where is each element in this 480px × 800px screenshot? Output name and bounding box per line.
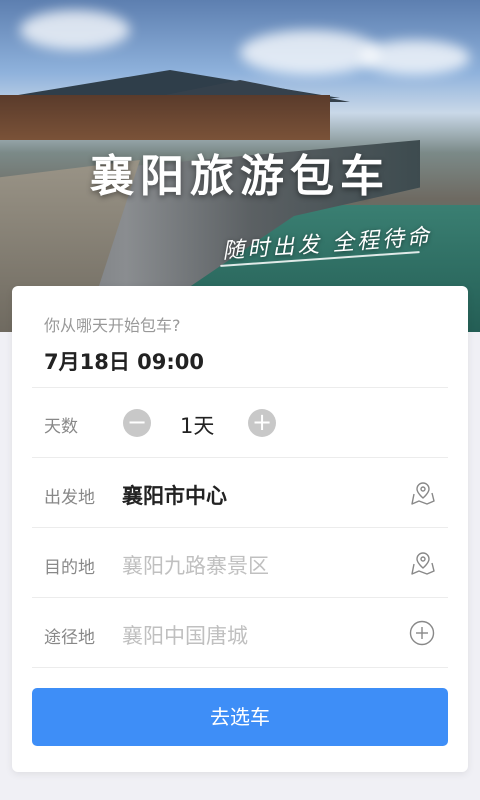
destination-label: 目的地 xyxy=(44,558,95,578)
booking-card: 你从哪天开始包车? 7月18日 09:00 天数 − 1天 + 出发地 襄阳市中… xyxy=(12,286,468,772)
departure-label: 出发地 xyxy=(44,488,95,508)
destination-field[interactable]: 襄阳九路寨景区 xyxy=(122,550,269,580)
pavilion xyxy=(0,95,330,140)
choose-car-button[interactable]: 去选车 xyxy=(32,688,448,746)
divider xyxy=(32,527,448,528)
map-location-icon[interactable] xyxy=(410,550,436,576)
departure-field[interactable]: 襄阳市中心 xyxy=(122,480,227,510)
increase-days-button[interactable]: + xyxy=(248,409,276,437)
cloud xyxy=(240,30,380,75)
via-label: 途径地 xyxy=(44,628,95,648)
map-location-icon[interactable] xyxy=(410,480,436,506)
date-time-value[interactable]: 7月18日 09:00 xyxy=(44,346,204,376)
divider xyxy=(32,597,448,598)
divider xyxy=(32,457,448,458)
days-value: 1天 xyxy=(180,414,215,438)
hero-title: 襄阳旅游包车 xyxy=(90,151,390,202)
via-field[interactable]: 襄阳中国唐城 xyxy=(122,620,248,650)
divider xyxy=(32,667,448,668)
cloud xyxy=(360,40,470,75)
cloud xyxy=(20,10,130,50)
add-circle-icon[interactable] xyxy=(409,620,435,646)
date-question-label: 你从哪天开始包车? xyxy=(44,316,181,335)
divider xyxy=(32,387,448,388)
decrease-days-button[interactable]: − xyxy=(123,409,151,437)
days-label: 天数 xyxy=(44,417,78,437)
hero-banner: 襄阳旅游包车 随时出发 全程待命 xyxy=(0,0,480,332)
